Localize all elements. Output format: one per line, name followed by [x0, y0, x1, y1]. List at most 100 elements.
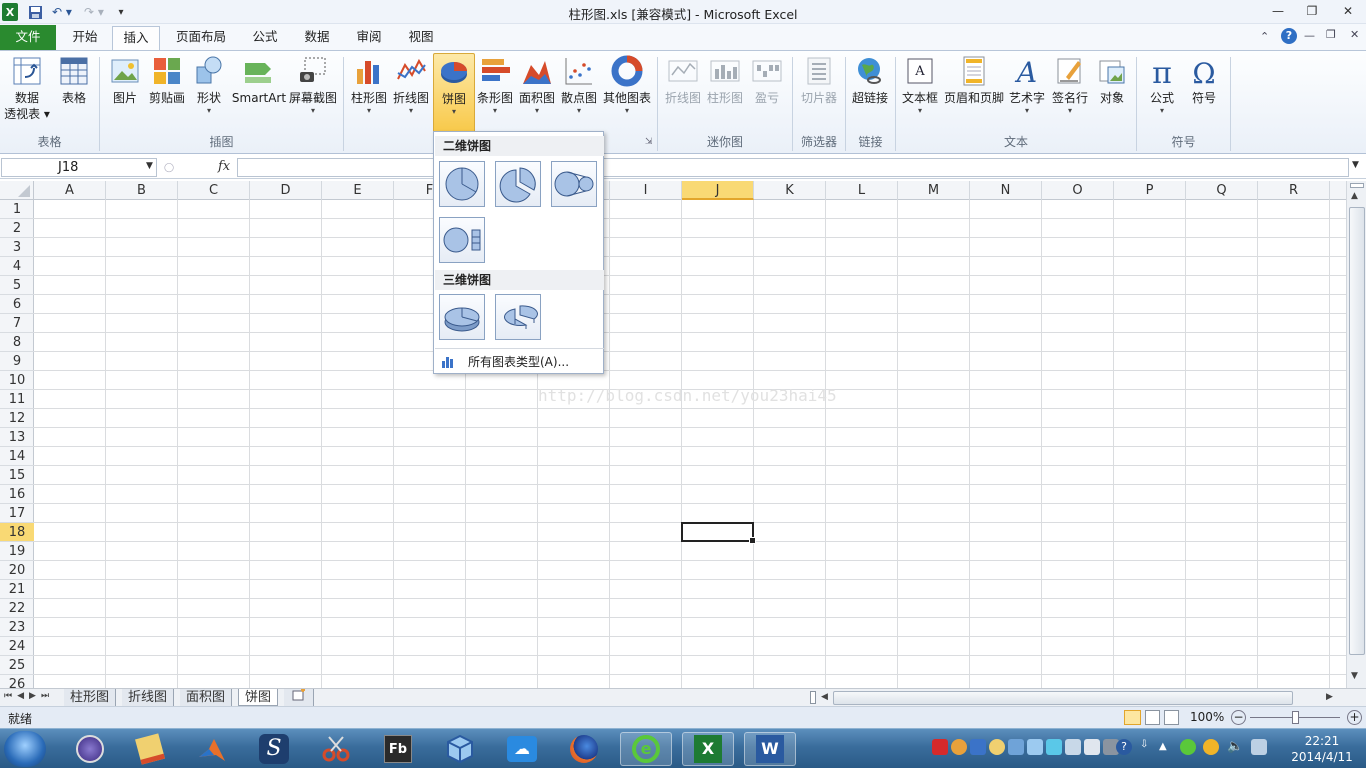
column-header-Q[interactable]: Q — [1186, 181, 1258, 200]
row-header-11[interactable]: 11 — [0, 390, 34, 409]
name-box-dropdown-icon[interactable]: ▼ — [146, 161, 153, 171]
tray-qq-icon[interactable] — [1203, 739, 1219, 755]
row-header-8[interactable]: 8 — [0, 333, 34, 352]
other-charts-button[interactable]: 其他图表 ▾ — [601, 55, 653, 116]
line-chart-button[interactable]: 折线图 ▾ — [391, 55, 431, 116]
row-header-14[interactable]: 14 — [0, 447, 34, 466]
active-cell-J18[interactable] — [681, 522, 756, 544]
sheet-grid[interactable] — [34, 200, 1346, 688]
taskbar-eclipse-icon[interactable] — [64, 732, 116, 766]
row-header-2[interactable]: 2 — [0, 219, 34, 238]
name-box[interactable]: J18 — [1, 158, 157, 177]
row-header-15[interactable]: 15 — [0, 466, 34, 485]
insert-sheet-icon[interactable] — [284, 688, 314, 706]
tab-home[interactable]: 开始 — [62, 26, 108, 50]
bar-of-pie-option[interactable] — [439, 217, 485, 263]
sparkline-winloss-button[interactable]: 盈亏 — [747, 55, 787, 106]
column-header-I[interactable]: I — [610, 181, 682, 200]
tab-formulas[interactable]: 公式 — [242, 26, 288, 50]
minimize-button[interactable]: — — [1264, 2, 1292, 20]
close-button[interactable]: ✕ — [1334, 2, 1362, 20]
tray-network-icon[interactable] — [1251, 739, 1267, 755]
table-button[interactable]: 表格 — [54, 55, 94, 106]
zoom-out-icon[interactable]: − — [1231, 710, 1246, 725]
column-header-L[interactable]: L — [826, 181, 898, 200]
scroll-down-icon[interactable]: ▼ — [1351, 671, 1358, 681]
page-break-view-icon[interactable] — [1164, 710, 1179, 725]
column-header-A[interactable]: A — [34, 181, 106, 200]
sheet-nav-icons[interactable]: ⏮◀▶⏭ — [4, 691, 54, 701]
row-header-22[interactable]: 22 — [0, 599, 34, 618]
taskbar-app-s-icon[interactable]: S — [248, 732, 300, 766]
tray-search-icon[interactable] — [1065, 739, 1081, 755]
sheet-tab-column[interactable]: 柱形图 — [64, 689, 117, 706]
zoom-slider-thumb[interactable] — [1292, 711, 1299, 724]
row-header-7[interactable]: 7 — [0, 314, 34, 333]
ribbon-collapse-icon[interactable]: ⌃ — [1260, 30, 1269, 43]
tray-orange-icon[interactable] — [951, 739, 967, 755]
row-header-5[interactable]: 5 — [0, 276, 34, 295]
tab-file[interactable]: 文件 — [0, 25, 56, 50]
taskbar-flashbuilder-icon[interactable]: Fb — [372, 732, 424, 766]
clipart-button[interactable]: 剪贴画 — [146, 55, 188, 106]
help-icon[interactable]: ? — [1281, 28, 1297, 44]
taskbar-cloud-icon[interactable]: ☁ — [496, 732, 548, 766]
shapes-button[interactable]: 形状 ▾ — [190, 55, 228, 116]
screenshot-button[interactable]: 屏幕截图 ▾ — [288, 55, 338, 116]
row-header-13[interactable]: 13 — [0, 428, 34, 447]
column-header-B[interactable]: B — [106, 181, 178, 200]
row-header-6[interactable]: 6 — [0, 295, 34, 314]
column-header-K[interactable]: K — [754, 181, 826, 200]
normal-view-icon[interactable] — [1124, 710, 1141, 725]
row-header-1[interactable]: 1 — [0, 200, 34, 219]
row-header-12[interactable]: 12 — [0, 409, 34, 428]
row-header-3[interactable]: 3 — [0, 238, 34, 257]
tab-split-handle[interactable] — [810, 691, 816, 704]
row-header-23[interactable]: 23 — [0, 618, 34, 637]
row-header-24[interactable]: 24 — [0, 637, 34, 656]
column-header-O[interactable]: O — [1042, 181, 1114, 200]
wordart-button[interactable]: A 艺术字 ▾ — [1007, 55, 1047, 116]
doc-restore-icon[interactable]: ❐ — [1326, 28, 1336, 41]
doc-minimize-icon[interactable]: — — [1304, 29, 1315, 42]
row-header-25[interactable]: 25 — [0, 656, 34, 675]
column-header-R[interactable]: R — [1258, 181, 1330, 200]
sheet-tab-area[interactable]: 面积图 — [180, 689, 233, 706]
pivot-table-button[interactable]: 数据 透视表 ▾ — [4, 55, 50, 122]
scroll-right-icon[interactable]: ▶ — [1326, 692, 1333, 702]
header-footer-button[interactable]: 页眉和页脚 — [943, 55, 1005, 106]
tray-360-icon[interactable] — [1180, 739, 1196, 755]
tray-keyboard-icon[interactable] — [1027, 739, 1043, 755]
row-header-4[interactable]: 4 — [0, 257, 34, 276]
row-header-16[interactable]: 16 — [0, 485, 34, 504]
vertical-scrollbar[interactable]: ▲ ▼ — [1346, 181, 1366, 688]
tab-page-layout[interactable]: 页面布局 — [168, 26, 234, 50]
column-header-P[interactable]: P — [1114, 181, 1186, 200]
sparkline-line-button[interactable]: 折线图 — [663, 55, 703, 106]
tab-review[interactable]: 审阅 — [346, 26, 392, 50]
row-header-17[interactable]: 17 — [0, 504, 34, 523]
restore-button[interactable]: ❐ — [1298, 2, 1326, 20]
chart-dialog-launcher-icon[interactable]: ⇲ — [645, 137, 653, 147]
tray-tool-icon[interactable] — [1046, 739, 1062, 755]
tray-punctuation-icon[interactable] — [1008, 739, 1024, 755]
column-chart-button[interactable]: 柱形图 ▾ — [349, 55, 389, 116]
horizontal-scroll-thumb[interactable] — [833, 691, 1293, 705]
taskbar-ie-icon[interactable]: e — [620, 732, 672, 766]
taskbar-firefox-icon[interactable] — [558, 732, 610, 766]
scatter-chart-button[interactable]: 散点图 ▾ — [559, 55, 599, 116]
sparkline-column-button[interactable]: 柱形图 — [705, 55, 745, 106]
doc-close-icon[interactable]: ✕ — [1350, 28, 1359, 41]
exploded-pie-3d-option[interactable] — [495, 294, 541, 340]
taskbar-word-icon[interactable]: W — [744, 732, 796, 766]
tray-volume-icon[interactable]: 🔈 — [1227, 739, 1243, 754]
tray-ime-icon[interactable] — [970, 739, 986, 755]
taskbar-excel-icon[interactable]: X — [682, 732, 734, 766]
tab-data[interactable]: 数据 — [294, 26, 340, 50]
select-all-button[interactable] — [0, 181, 34, 200]
row-header-20[interactable]: 20 — [0, 561, 34, 580]
picture-button[interactable]: 图片 — [106, 55, 144, 106]
signature-line-button[interactable]: 签名行 ▾ — [1049, 55, 1091, 116]
column-header-J[interactable]: J — [682, 181, 754, 200]
tray-moon-icon[interactable] — [989, 739, 1005, 755]
